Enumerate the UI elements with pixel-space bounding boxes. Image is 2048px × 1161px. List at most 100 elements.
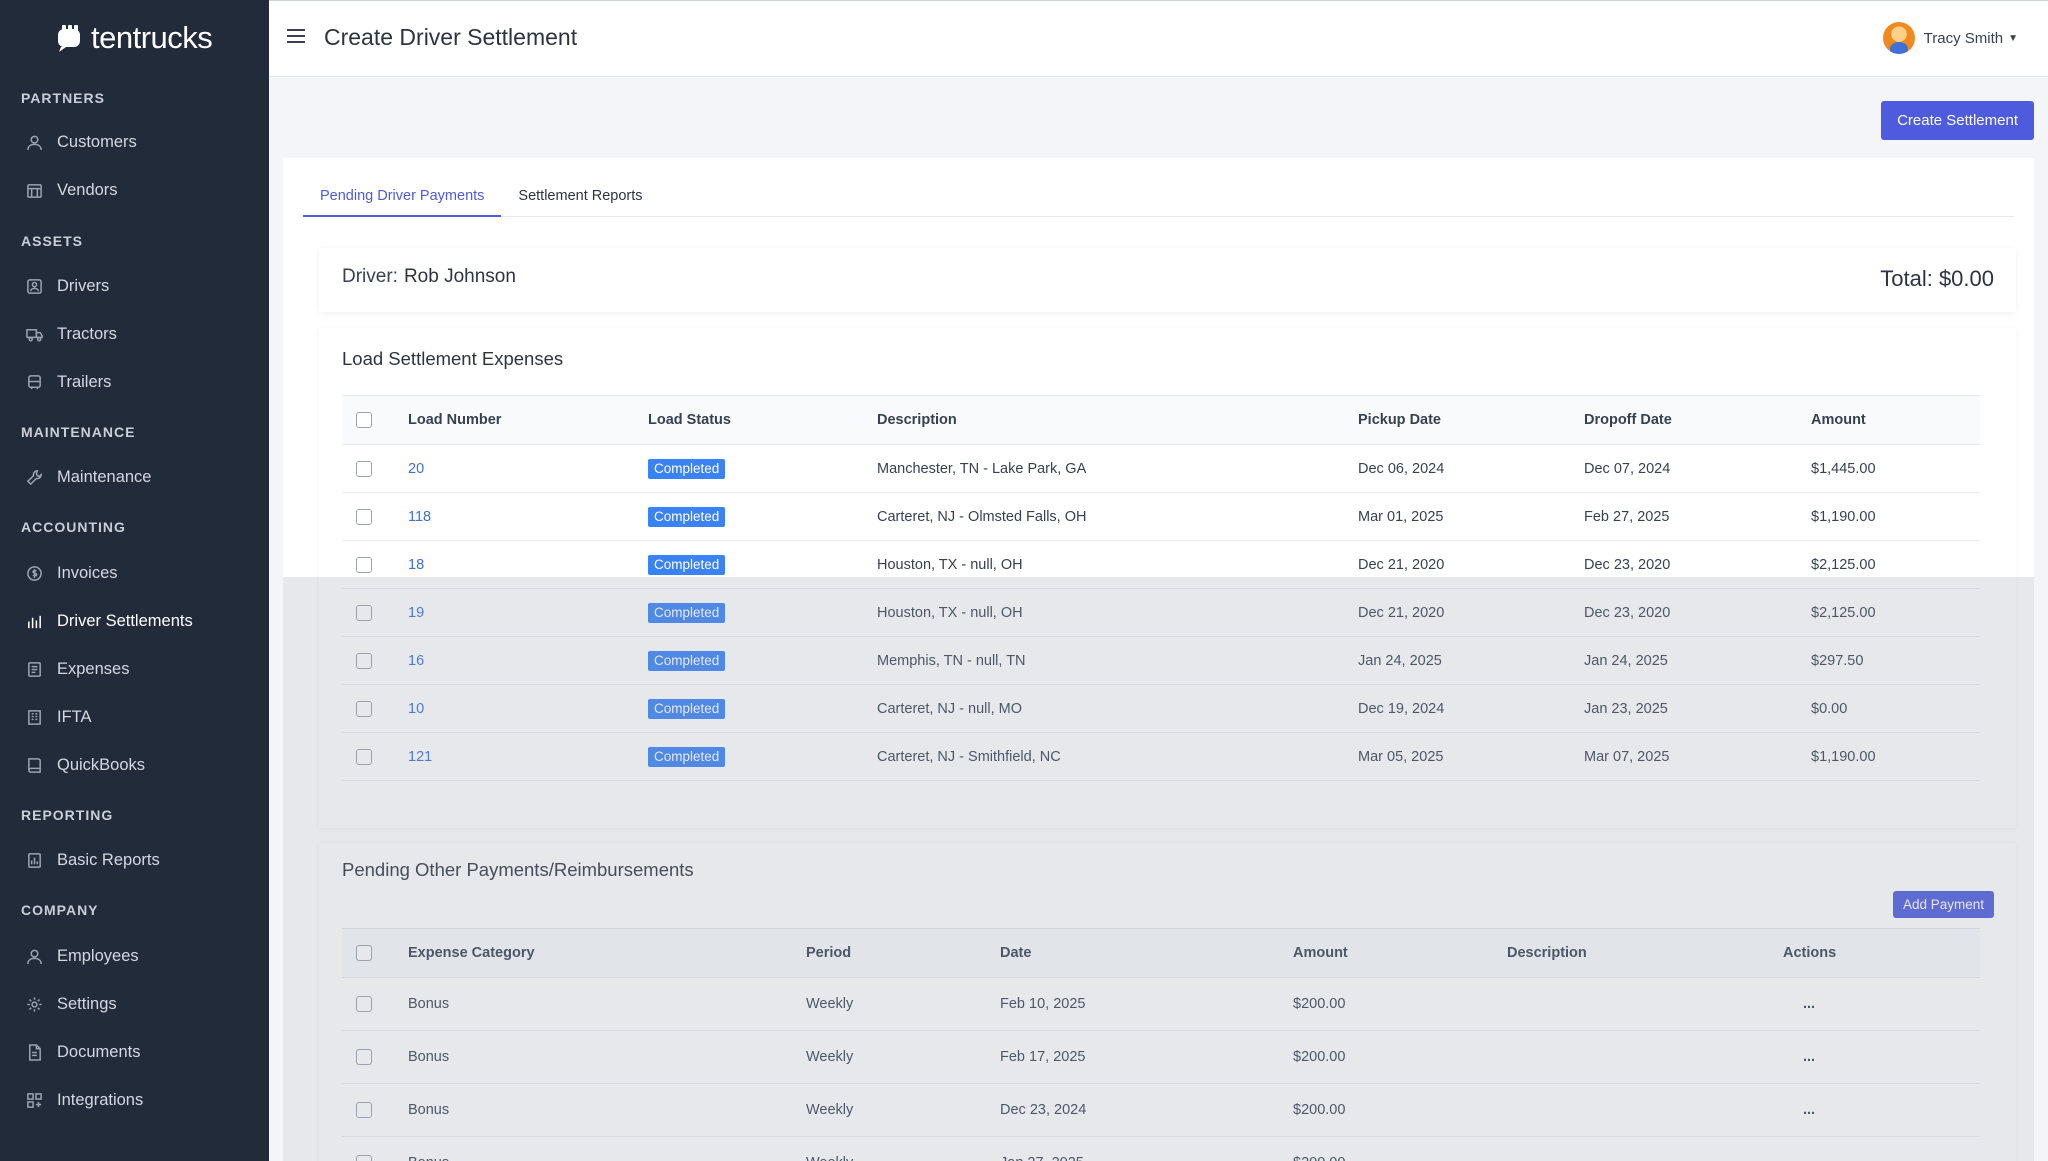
sidebar-item-quickbooks[interactable]: QuickBooks [26, 756, 145, 775]
row-checkbox[interactable] [356, 1049, 372, 1066]
sidebar-item-vendors[interactable]: Vendors [26, 181, 118, 200]
sidebar-item-customers[interactable]: Customers [26, 133, 137, 152]
row-checkbox[interactable] [356, 508, 372, 525]
tab-pending-driver-payments[interactable]: Pending Driver Payments [303, 186, 502, 217]
other-payments-table: Expense Category Period Date Amount Desc… [342, 928, 1980, 1161]
column-header[interactable]: Date [1000, 928, 1293, 978]
payment-date: Feb 17, 2025 [1000, 1030, 1293, 1084]
select-all-payments-checkbox[interactable] [356, 945, 372, 962]
sidebar-item-label: Vendors [57, 181, 118, 199]
add-payment-button[interactable]: Add Payment [1892, 891, 1994, 918]
column-header[interactable]: Period [806, 928, 1000, 978]
column-header[interactable]: Amount [1293, 928, 1507, 978]
sidebar-item-label: Documents [57, 1043, 141, 1061]
nav-section-reporting: REPORTING [21, 807, 114, 823]
sidebar-item-trailers[interactable]: Trailers [26, 373, 111, 392]
load-number-link[interactable]: 10 [408, 701, 424, 717]
sidebar-item-expenses[interactable]: Expenses [26, 660, 129, 679]
row-checkbox[interactable] [356, 652, 372, 669]
load-description: Carteret, NJ - null, MO [877, 684, 1358, 733]
column-header[interactable]: Load Number [408, 395, 648, 445]
truck-icon [26, 329, 43, 342]
sidebar-item-integrations[interactable]: Integrations [26, 1091, 143, 1110]
column-header[interactable]: Description [1507, 928, 1783, 978]
row-actions-menu[interactable]: ... [1803, 1155, 1815, 1161]
column-header[interactable]: Amount [1811, 395, 1980, 445]
nav-section-partners: PARTNERS [21, 90, 105, 106]
load-description: Memphis, TN - null, TN [877, 636, 1358, 685]
column-header[interactable]: Pickup Date [1358, 395, 1584, 445]
sidebar-item-maintenance[interactable]: Maintenance [26, 468, 151, 487]
pickup-date: Dec 19, 2024 [1358, 684, 1584, 733]
row-checkbox[interactable] [356, 460, 372, 477]
building-icon [28, 710, 41, 725]
create-settlement-button[interactable]: Create Settlement [1881, 101, 2034, 140]
tab-settlement-reports[interactable]: Settlement Reports [501, 186, 659, 217]
column-header[interactable]: Description [877, 395, 1358, 445]
column-header[interactable]: Expense Category [408, 928, 806, 978]
menu-toggle-icon[interactable] [287, 29, 305, 45]
load-description: Carteret, NJ - Olmsted Falls, OH [877, 492, 1358, 541]
column-header[interactable]: Dropoff Date [1584, 395, 1811, 445]
report-icon [28, 853, 41, 868]
id-card-icon [27, 279, 42, 294]
sidebar-item-settings[interactable]: Settings [26, 995, 117, 1014]
sidebar-item-ifta[interactable]: IFTA [26, 708, 92, 727]
row-checkbox[interactable] [356, 748, 372, 765]
payment-date: Dec 23, 2024 [1000, 1083, 1293, 1137]
avatar [1882, 22, 1915, 54]
table-row[interactable]: 121 Completed Carteret, NJ - Smithfield, N… [342, 732, 1980, 781]
pickup-date: Mar 05, 2025 [1358, 732, 1584, 781]
row-checkbox[interactable] [356, 996, 372, 1013]
table-row[interactable]: 118 Completed Carteret, NJ - Olmsted Falls… [342, 492, 1980, 541]
sidebar-item-drivers[interactable]: Drivers [26, 277, 109, 296]
table-row[interactable]: 18 Completed Houston, TX - null, OH Dec 21,… [342, 540, 1980, 589]
nav-section-company: COMPANY [21, 902, 99, 918]
dropoff-date: Dec 23, 2020 [1584, 588, 1811, 637]
sidebar-item-employees[interactable]: Employees [26, 947, 139, 966]
table-row[interactable]: 16 Completed Memphis, TN - null, TN Jan 24,… [342, 636, 1980, 685]
table-row[interactable]: Bonus Weekly Feb 17, 2025 $200.00... [342, 1030, 1980, 1084]
row-checkbox[interactable] [356, 556, 372, 573]
bar-chart-icon [28, 615, 41, 629]
load-number-link[interactable]: 118 [408, 509, 431, 525]
sidebar-item-documents[interactable]: Documents [26, 1043, 140, 1062]
row-checkbox[interactable] [356, 604, 372, 621]
column-header[interactable]: Load Status [648, 395, 877, 445]
sidebar-item-basic-reports[interactable]: Basic Reports [26, 851, 160, 870]
payment-date: Feb 10, 2025 [1000, 977, 1293, 1031]
tab-bar: Pending Driver Payments Settlement Repor… [303, 186, 2014, 217]
row-actions-menu[interactable]: ... [1803, 1102, 1815, 1118]
load-number-link[interactable]: 19 [408, 605, 424, 621]
load-number-link[interactable]: 18 [408, 557, 424, 573]
sidebar-item-invoices[interactable]: Invoices [26, 564, 118, 583]
table-row[interactable]: Bonus Weekly Feb 10, 2025 $200.00... [342, 977, 1980, 1031]
load-number-link[interactable]: 20 [408, 461, 424, 477]
table-row[interactable]: Bonus Weekly Dec 23, 2024 $200.00... [342, 1083, 1980, 1137]
row-actions-menu[interactable]: ... [1803, 1049, 1815, 1065]
row-checkbox[interactable] [356, 1155, 372, 1161]
user-menu[interactable]: Tracy Smith ▼ [1882, 22, 2018, 54]
expense-category: Bonus [408, 1083, 806, 1137]
other-payments-section: Pending Other Payments/Reimbursements Ad… [319, 843, 2016, 1161]
store-icon [27, 184, 42, 198]
select-all-loads-checkbox[interactable] [356, 412, 372, 429]
table-row[interactable]: 20 Completed Manchester, TN - Lake Park, G… [342, 444, 1980, 493]
table-row[interactable]: BonusWeeklyJan 27, 2025$200.00... [342, 1136, 1980, 1161]
load-number-link[interactable]: 121 [408, 749, 432, 765]
row-checkbox[interactable] [356, 1102, 372, 1119]
status-badge: Completed [648, 746, 726, 767]
sidebar-item-driver-settlements[interactable]: Driver Settlements [26, 612, 193, 631]
payment-period: Weekly [806, 1083, 1000, 1137]
column-header[interactable]: Actions [1783, 928, 1980, 978]
sidebar-item-label: Driver Settlements [57, 612, 193, 630]
status-badge: Completed [648, 698, 726, 719]
brand-logo[interactable]: tentrucks [55, 20, 213, 56]
row-actions-menu[interactable]: ... [1803, 996, 1815, 1012]
load-number-link[interactable]: 16 [408, 653, 424, 669]
table-row[interactable]: 10 Completed Carteret, NJ - null, MO Dec 19… [342, 684, 1980, 733]
sidebar-item-tractors[interactable]: Tractors [26, 325, 117, 344]
table-row[interactable]: 19 Completed Houston, TX - null, OH Dec 21,… [342, 588, 1980, 637]
row-checkbox[interactable] [356, 700, 372, 717]
load-amount: $1,445.00 [1811, 444, 1980, 493]
